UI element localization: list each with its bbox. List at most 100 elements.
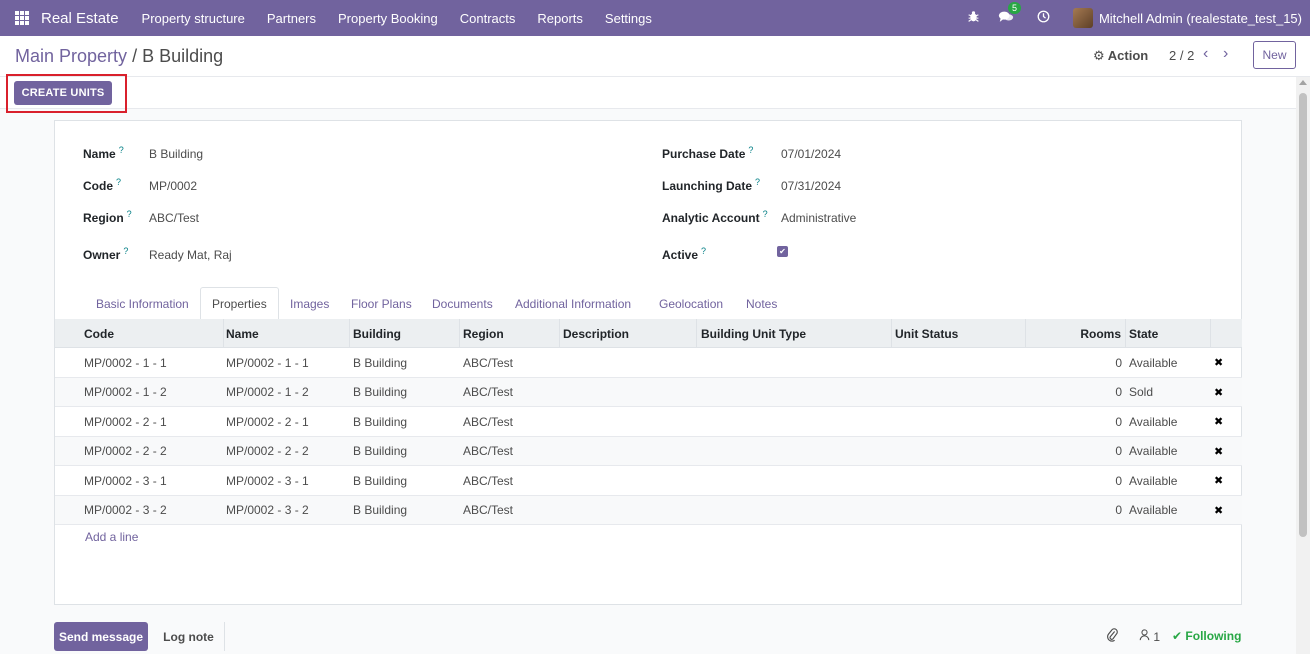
cell-description[interactable] <box>559 437 695 466</box>
column-header-code[interactable]: Code <box>80 319 224 348</box>
cell-code[interactable]: MP/0002 - 1 - 2 <box>80 378 220 407</box>
column-header-region[interactable]: Region <box>459 319 560 348</box>
owner-field[interactable]: Ready Mat, Raj <box>149 248 232 262</box>
cell-building-unit-type[interactable] <box>697 466 890 495</box>
cell-rooms[interactable]: 0 <box>1025 348 1126 377</box>
following-button[interactable]: ✔ Following <box>1172 629 1241 643</box>
cell-code[interactable]: MP/0002 - 1 - 1 <box>80 348 220 377</box>
cell-code[interactable]: MP/0002 - 3 - 2 <box>80 496 220 525</box>
tab-properties[interactable]: Properties <box>200 287 279 321</box>
cell-building[interactable]: B Building <box>349 378 458 407</box>
column-header-building[interactable]: Building <box>349 319 460 348</box>
cell-building[interactable]: B Building <box>349 348 458 377</box>
table-row[interactable]: MP/0002 - 1 - 1 MP/0002 - 1 - 1B Building… <box>55 348 1242 378</box>
scroll-thumb[interactable] <box>1299 93 1307 537</box>
delete-row-icon[interactable]: ✖ <box>1214 466 1223 495</box>
delete-row-icon[interactable]: ✖ <box>1214 407 1223 436</box>
menu-settings[interactable]: Settings <box>605 11 652 26</box>
cell-rooms[interactable]: 0 <box>1025 437 1126 466</box>
pager-value[interactable]: 2 / 2 <box>1169 48 1194 63</box>
column-header-rooms[interactable]: Rooms <box>1025 319 1126 348</box>
cell-description[interactable] <box>559 378 695 407</box>
cell-code[interactable]: MP/0002 - 2 - 1 <box>80 407 220 436</box>
code-field[interactable]: MP/0002 <box>149 179 197 193</box>
user-avatar[interactable] <box>1072 8 1093 28</box>
cell-unit-status[interactable] <box>891 348 1024 377</box>
cell-region[interactable]: ABC/Test <box>459 378 558 407</box>
menu-partners[interactable]: Partners <box>267 11 316 26</box>
table-row[interactable]: MP/0002 - 1 - 2 MP/0002 - 1 - 2B Building… <box>55 377 1242 407</box>
cell-state[interactable]: Available <box>1125 437 1211 466</box>
tab-geolocation[interactable]: Geolocation <box>648 287 734 320</box>
new-button[interactable]: New <box>1253 41 1296 69</box>
followers-button[interactable]: 1 <box>1139 629 1160 644</box>
breadcrumb-parent[interactable]: Main Property <box>15 46 127 66</box>
cell-region[interactable]: ABC/Test <box>459 437 558 466</box>
cell-state[interactable]: Available <box>1125 348 1211 377</box>
tab-documents[interactable]: Documents <box>421 287 504 320</box>
cell-building[interactable]: B Building <box>349 466 458 495</box>
delete-row-icon[interactable]: ✖ <box>1214 437 1223 466</box>
cell-name[interactable]: MP/0002 - 1 - 1 <box>222 348 348 377</box>
send-message-button[interactable]: Send message <box>54 622 148 651</box>
region-field[interactable]: ABC/Test <box>149 211 199 225</box>
cell-unit-status[interactable] <box>891 437 1024 466</box>
column-header-name[interactable]: Name <box>222 319 350 348</box>
column-header-building-unit-type[interactable]: Building Unit Type <box>697 319 892 348</box>
user-menu[interactable]: Mitchell Admin (realestate_test_15) <box>1099 11 1302 26</box>
cell-name[interactable]: MP/0002 - 2 - 1 <box>222 407 348 436</box>
cell-name[interactable]: MP/0002 - 3 - 2 <box>222 496 348 525</box>
column-header-state[interactable]: State <box>1125 319 1211 348</box>
table-row[interactable]: MP/0002 - 2 - 2 MP/0002 - 2 - 2B Building… <box>55 436 1242 466</box>
chevron-right-icon[interactable]: › <box>1223 45 1228 63</box>
launching-date-field[interactable]: 07/31/2024 <box>781 179 841 193</box>
tab-floor-plans[interactable]: Floor Plans <box>340 287 423 320</box>
cell-state[interactable]: Available <box>1125 466 1211 495</box>
cell-unit-status[interactable] <box>891 378 1024 407</box>
active-checkbox[interactable]: ✔ <box>777 246 788 257</box>
cell-description[interactable] <box>559 348 695 377</box>
delete-row-icon[interactable]: ✖ <box>1214 496 1223 525</box>
cell-rooms[interactable]: 0 <box>1025 407 1126 436</box>
menu-property-booking[interactable]: Property Booking <box>338 11 438 26</box>
apps-menu-icon[interactable] <box>15 11 29 25</box>
scroll-up-arrow-icon[interactable] <box>1299 80 1307 85</box>
cell-code[interactable]: MP/0002 - 3 - 1 <box>80 466 220 495</box>
debug-bug-icon[interactable] <box>967 10 980 26</box>
delete-row-icon[interactable]: ✖ <box>1214 348 1223 377</box>
create-units-button[interactable]: CREATE UNITS <box>14 81 112 105</box>
column-header-unit-status[interactable]: Unit Status <box>891 319 1026 348</box>
cell-building[interactable]: B Building <box>349 496 458 525</box>
cell-description[interactable] <box>559 496 695 525</box>
tab-additional-information[interactable]: Additional Information <box>504 287 642 320</box>
cell-region[interactable]: ABC/Test <box>459 496 558 525</box>
cell-rooms[interactable]: 0 <box>1025 496 1126 525</box>
cell-state[interactable]: Sold <box>1125 378 1211 407</box>
messages-chat-icon[interactable]: 5 <box>998 2 1021 26</box>
cell-name[interactable]: MP/0002 - 1 - 2 <box>222 378 348 407</box>
cell-unit-status[interactable] <box>891 496 1024 525</box>
cell-description[interactable] <box>559 466 695 495</box>
cell-building-unit-type[interactable] <box>697 378 890 407</box>
cell-name[interactable]: MP/0002 - 2 - 2 <box>222 437 348 466</box>
table-row[interactable]: MP/0002 - 3 - 1 MP/0002 - 3 - 1B Building… <box>55 466 1242 496</box>
cell-rooms[interactable]: 0 <box>1025 466 1126 495</box>
tab-basic-information[interactable]: Basic Information <box>85 287 200 320</box>
cell-description[interactable] <box>559 407 695 436</box>
name-field[interactable]: B Building <box>149 147 203 161</box>
paperclip-icon[interactable] <box>1106 628 1118 645</box>
chevron-left-icon[interactable]: ‹ <box>1203 45 1208 63</box>
cell-region[interactable]: ABC/Test <box>459 348 558 377</box>
cell-rooms[interactable]: 0 <box>1025 378 1126 407</box>
cell-building[interactable]: B Building <box>349 407 458 436</box>
cell-name[interactable]: MP/0002 - 3 - 1 <box>222 466 348 495</box>
add-a-line-link[interactable]: Add a line <box>85 530 138 544</box>
cell-state[interactable]: Available <box>1125 407 1211 436</box>
menu-contracts[interactable]: Contracts <box>460 11 516 26</box>
cell-building-unit-type[interactable] <box>697 437 890 466</box>
column-header-description[interactable]: Description <box>559 319 697 348</box>
menu-reports[interactable]: Reports <box>537 11 583 26</box>
cell-region[interactable]: ABC/Test <box>459 407 558 436</box>
cell-building-unit-type[interactable] <box>697 407 890 436</box>
cell-code[interactable]: MP/0002 - 2 - 2 <box>80 437 220 466</box>
